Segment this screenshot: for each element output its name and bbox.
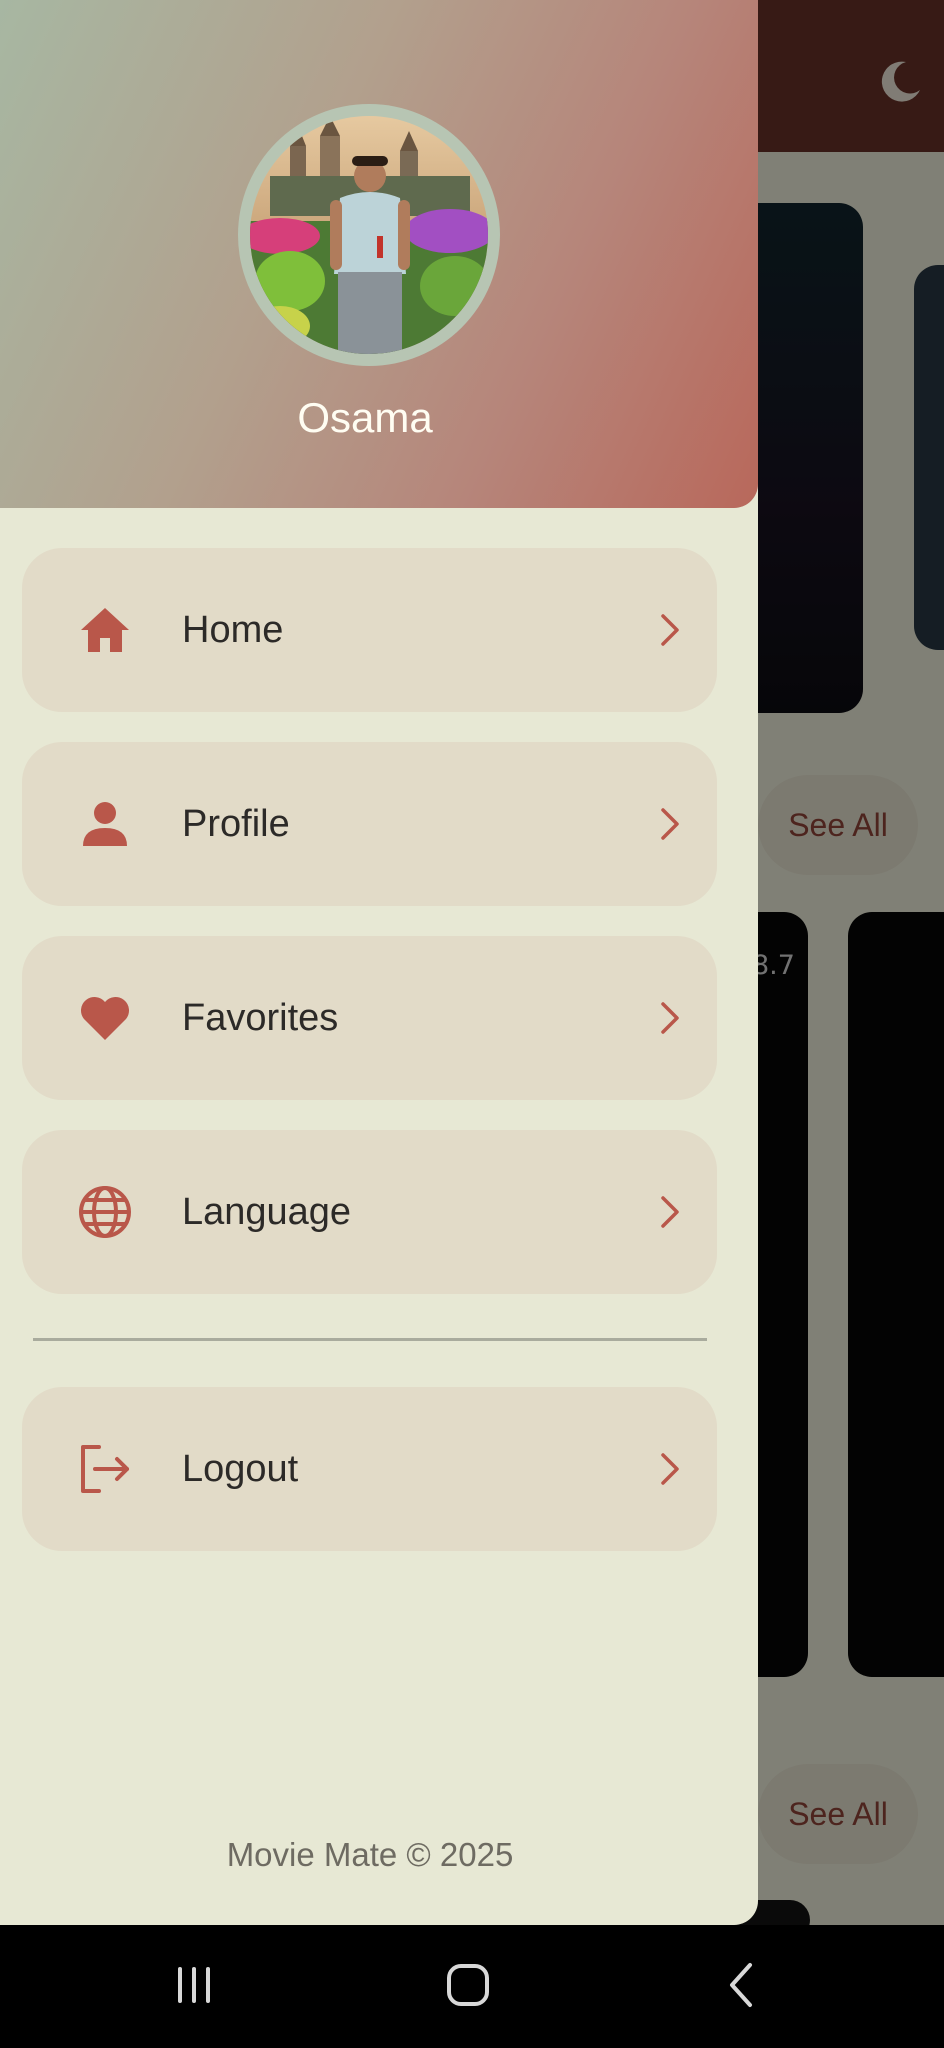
menu-item-label: Language <box>182 1191 352 1233</box>
avatar-ring <box>238 104 500 366</box>
chevron-right-icon <box>661 614 679 646</box>
menu-item-language[interactable]: Language <box>22 1130 717 1294</box>
person-icon <box>83 802 127 846</box>
profile-photo <box>250 116 488 354</box>
menu-item-logout[interactable]: Logout <box>22 1387 717 1551</box>
chevron-right-icon <box>661 1453 679 1485</box>
menu-divider <box>33 1338 707 1341</box>
menu-item-home[interactable]: Home <box>22 548 717 712</box>
globe-icon <box>79 1186 131 1238</box>
menu-item-label: Logout <box>182 1448 299 1490</box>
recents-icon[interactable] <box>164 1955 224 2015</box>
logout-icon <box>81 1445 129 1493</box>
copyright-footer: Movie Mate © 2025 <box>226 1836 514 1873</box>
back-icon[interactable] <box>712 1955 772 2015</box>
menu-item-label: Profile <box>182 803 290 845</box>
home-icon <box>81 608 129 652</box>
user-name: Osama <box>297 394 433 441</box>
chevron-right-icon <box>661 1002 679 1034</box>
heart-icon <box>80 996 130 1040</box>
menu-item-favorites[interactable]: Favorites <box>22 936 717 1100</box>
menu-item-profile[interactable]: Profile <box>22 742 717 906</box>
home-nav-icon[interactable] <box>438 1955 498 2015</box>
menu-item-label: Home <box>182 609 284 651</box>
menu-item-label: Favorites <box>182 997 339 1039</box>
chevron-right-icon <box>661 1196 679 1228</box>
navigation-drawer: Osama Home Profile Favorites Language Lo… <box>0 0 758 1925</box>
system-navigation-bar <box>0 1925 944 2048</box>
avatar[interactable] <box>250 116 488 354</box>
drawer-header: Osama <box>0 0 758 508</box>
chevron-right-icon <box>661 808 679 840</box>
